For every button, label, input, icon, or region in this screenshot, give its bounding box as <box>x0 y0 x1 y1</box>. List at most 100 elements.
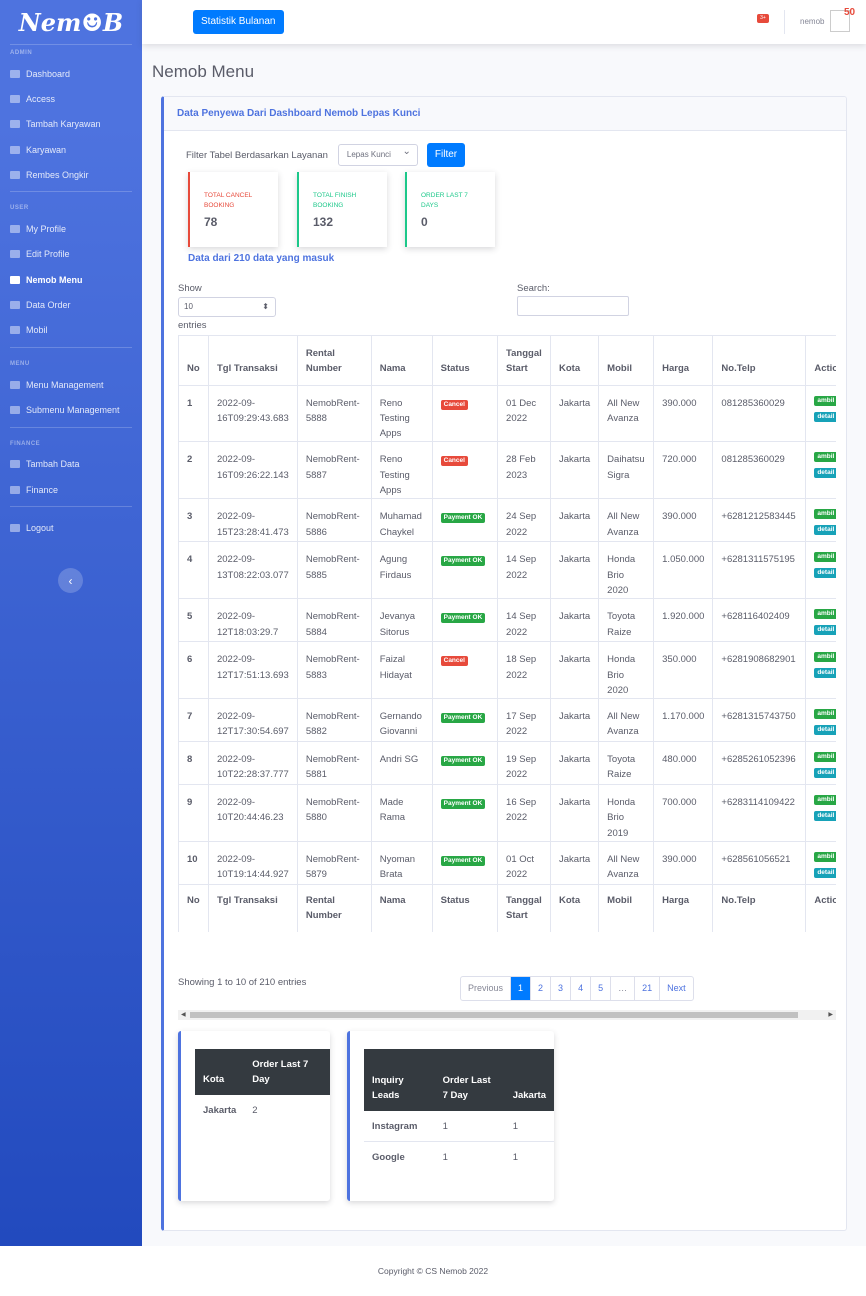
sidebar-item-data-order[interactable]: Data Order <box>0 292 142 317</box>
column-header[interactable]: Kota <box>550 884 600 932</box>
detail-button[interactable]: detail <box>814 668 836 679</box>
sidebar-item-edit-profile[interactable]: Edit Profile <box>0 242 142 267</box>
cell-nama: Faizal Hidayat <box>371 641 433 699</box>
column-header: Jakarta <box>504 1049 554 1111</box>
detail-button[interactable]: detail <box>814 525 836 536</box>
table-row: 9 2022-09-10T20:44:46.23 NemobRent-5880 Mad… <box>178 784 836 842</box>
ambil-button[interactable]: ambil <box>814 509 836 520</box>
column-header[interactable]: Tanggal Start <box>497 884 552 932</box>
sidebar-item-rembes-ongkir[interactable]: Rembes Ongkir <box>0 162 142 187</box>
user-plus-icon <box>10 120 20 129</box>
column-header[interactable]: Nama <box>371 335 433 386</box>
page-button-4[interactable]: 4 <box>570 977 590 1000</box>
status-badge: Payment OK <box>440 556 486 567</box>
column-header: Kota <box>195 1049 245 1095</box>
column-header[interactable]: Harga <box>653 335 714 386</box>
sidebar-item-my-profile[interactable]: My Profile <box>0 216 142 241</box>
status-badge: Payment OK <box>440 613 486 624</box>
brand-logo[interactable]: Nem☻B <box>0 0 142 44</box>
users-icon <box>10 94 20 103</box>
column-header[interactable]: Kota <box>550 335 600 386</box>
detail-button[interactable]: detail <box>814 468 836 479</box>
sidebar-item-menu-management[interactable]: Menu Management <box>0 372 142 397</box>
column-header[interactable]: Rental Number <box>297 335 372 386</box>
alert-badge[interactable]: 3+ <box>757 14 769 23</box>
sidebar-item-mobil[interactable]: Mobil <box>0 318 142 343</box>
column-header[interactable]: Tgl Transaksi <box>208 884 298 932</box>
sidebar-heading: MENU <box>10 360 30 367</box>
sidebar-item-label: Finance <box>26 484 59 495</box>
ambil-button[interactable]: ambil <box>814 452 836 463</box>
ambil-button[interactable]: ambil <box>814 395 836 406</box>
filter-button[interactable]: Filter <box>426 143 466 167</box>
statistik-bulanan-button[interactable]: Statistik Bulanan <box>193 10 284 34</box>
search-input[interactable] <box>517 296 629 316</box>
cell-kota: Jakarta <box>550 841 600 885</box>
scroll-left-icon[interactable]: ◀ <box>181 1010 186 1020</box>
previous-page-button[interactable]: Previous <box>461 977 510 1000</box>
detail-button[interactable]: detail <box>814 625 836 636</box>
detail-button[interactable]: detail <box>814 811 836 822</box>
sidebar-item-submenu-management[interactable]: Submenu Management <box>0 397 142 422</box>
sidebar-item-finance[interactable]: Finance <box>0 477 142 502</box>
cell-telp: 081285360029 <box>712 384 807 442</box>
ambil-button[interactable]: ambil <box>814 752 836 763</box>
column-header[interactable]: No.Telp <box>712 884 807 932</box>
sidebar-toggle-button[interactable]: ‹ <box>58 568 83 593</box>
ambil-button[interactable]: ambil <box>814 709 836 720</box>
detail-button[interactable]: detail <box>814 411 836 422</box>
stat-card-cancel: TOTAL CANCEL BOOKING 78 <box>188 172 278 247</box>
username-label[interactable]: nemob <box>800 17 824 26</box>
sidebar-item-access[interactable]: Access <box>0 86 142 111</box>
scrollbar-thumb[interactable] <box>190 1012 798 1018</box>
topbar-divider <box>784 10 785 34</box>
column-header[interactable]: Tgl Transaksi <box>208 335 298 386</box>
cell-tgl: 2022-09-10T20:44:46.23 <box>208 784 298 842</box>
sidebar-item-tambah-karyawan[interactable]: Tambah Karyawan <box>0 112 142 137</box>
column-header[interactable]: Mobil <box>598 884 655 932</box>
filter-row: Filter Tabel Berdasarkan Layanan Lepas K… <box>186 142 466 167</box>
column-header[interactable]: Rental Number <box>297 884 372 932</box>
column-header[interactable]: Nama <box>371 884 433 932</box>
column-header[interactable]: No <box>178 884 209 932</box>
detail-button[interactable]: detail <box>814 725 836 736</box>
ambil-button[interactable]: ambil <box>814 609 836 620</box>
column-header[interactable]: No.Telp <box>712 335 807 386</box>
sidebar-item-logout[interactable]: Logout <box>0 515 142 540</box>
column-header[interactable]: Mobil <box>598 335 655 386</box>
stat-value: 78 <box>204 215 218 229</box>
page-button-5[interactable]: 5 <box>590 977 610 1000</box>
page-button-2[interactable]: 2 <box>530 977 550 1000</box>
detail-button[interactable]: detail <box>814 568 836 579</box>
page-button-21[interactable]: 21 <box>634 977 659 1000</box>
sidebar-item-nemob-menu[interactable]: Nemob Menu <box>0 267 142 292</box>
page-button-3[interactable]: 3 <box>550 977 570 1000</box>
ambil-button[interactable]: ambil <box>814 852 836 863</box>
column-header[interactable]: Action <box>805 335 836 386</box>
column-header: Inquiry Leads <box>364 1049 435 1111</box>
entries-select[interactable]: 10 <box>178 297 276 317</box>
ambil-button[interactable]: ambil <box>814 552 836 563</box>
sidebar-item-dashboard[interactable]: Dashboard <box>0 61 142 86</box>
detail-button[interactable]: detail <box>814 768 836 779</box>
column-header[interactable]: Tanggal Start <box>497 335 552 386</box>
sidebar-item-label: Data Order <box>26 300 71 311</box>
ambil-button[interactable]: ambil <box>814 652 836 663</box>
sidebar-item-tambah-data[interactable]: Tambah Data <box>0 452 142 477</box>
column-header[interactable]: Action <box>805 884 836 932</box>
column-header[interactable]: Status <box>432 335 499 386</box>
sidebar-item-label: Logout <box>26 522 54 533</box>
next-page-button[interactable]: Next <box>659 977 693 1000</box>
detail-button[interactable]: detail <box>814 868 836 879</box>
column-header[interactable]: Harga <box>653 884 714 932</box>
cell: Jakarta <box>203 1105 237 1116</box>
column-header[interactable]: No <box>178 335 209 386</box>
horizontal-scrollbar[interactable]: ◀ ▶ <box>178 1010 836 1020</box>
ambil-button[interactable]: ambil <box>814 795 836 806</box>
scroll-right-icon[interactable]: ▶ <box>828 1010 833 1020</box>
sidebar-item-label: Submenu Management <box>26 404 120 415</box>
layanan-select[interactable]: Lepas Kunci <box>337 142 418 166</box>
page-button-1[interactable]: 1 <box>510 977 531 1000</box>
sidebar-item-karyawan[interactable]: Karyawan <box>0 137 142 162</box>
column-header[interactable]: Status <box>432 884 499 932</box>
